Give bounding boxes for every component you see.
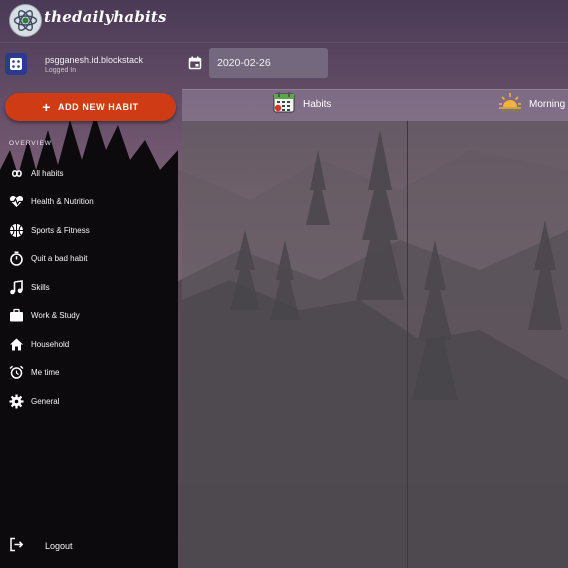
column-label-habits: Habits (303, 98, 332, 110)
date-input[interactable]: 2020-02-26 (209, 48, 328, 78)
stopwatch-icon (9, 251, 24, 266)
sidebar-item-skills[interactable]: Skills (0, 275, 178, 301)
alarm-clock-icon (9, 365, 24, 380)
sidebar-item-sports-fitness[interactable]: Sports & Fitness (0, 218, 178, 244)
app-brand: thedailyhabits (44, 8, 167, 26)
sidebar-section-title: OVERVIEW (9, 140, 52, 147)
sidebar-item-general[interactable]: General (0, 389, 178, 415)
gear-icon (9, 394, 24, 409)
sidebar-item-label: Sports & Fitness (31, 226, 90, 235)
column-divider (407, 120, 408, 568)
sidebar-item-me-time[interactable]: Me time (0, 360, 178, 386)
sidebar-item-quit-bad-habit[interactable]: Quit a bad habit (0, 246, 178, 272)
sidebar-item-household[interactable]: Household (0, 332, 178, 358)
sidebar-item-label: Health & Nutrition (31, 197, 94, 206)
sidebar-item-health-nutrition[interactable]: Health & Nutrition (0, 189, 178, 215)
logout-icon (9, 537, 24, 557)
sidebar-item-label: Me time (31, 368, 60, 377)
home-icon (9, 337, 24, 352)
column-label-morning: Morning (529, 98, 566, 110)
plus-icon: + (42, 99, 51, 115)
habit-board (182, 120, 568, 568)
logout-label: Logout (45, 541, 73, 551)
sidebar-item-label: Skills (31, 283, 50, 292)
sidebar-item-label: Household (31, 340, 70, 349)
user-avatar[interactable] (5, 53, 27, 75)
add-new-habit-button[interactable]: + ADD NEW HABIT (5, 93, 176, 121)
sidebar-item-label: Work & Study (31, 311, 80, 320)
atom-icon (13, 10, 38, 31)
briefcase-icon (9, 308, 24, 323)
music-note-icon (9, 280, 24, 295)
calendar-icon[interactable] (188, 56, 202, 75)
app-bar: thedailyhabits (0, 0, 568, 43)
user-status: Logged In (45, 67, 77, 74)
user-name: psgganesh.id.blockstack (45, 55, 144, 65)
column-header-morning: Morning (498, 91, 565, 117)
heart-pulse-icon (9, 194, 24, 209)
dice-icon (10, 58, 22, 70)
app-logo[interactable] (9, 4, 42, 37)
sidebar-item-label: General (31, 397, 60, 406)
logout-button[interactable]: Logout (0, 534, 178, 558)
sidebar-item-all-habits[interactable]: All habits (0, 161, 178, 187)
calendar-grid-icon (272, 90, 296, 119)
basketball-icon (9, 223, 24, 238)
column-header-habits: Habits (272, 91, 331, 117)
sunrise-icon (498, 90, 522, 119)
sidebar-item-label: All habits (31, 169, 64, 178)
sidebar-item-label: Quit a bad habit (31, 254, 88, 263)
infinity-icon (9, 166, 24, 181)
sidebar-item-work-study[interactable]: Work & Study (0, 303, 178, 329)
add-new-habit-label: ADD NEW HABIT (57, 102, 139, 112)
